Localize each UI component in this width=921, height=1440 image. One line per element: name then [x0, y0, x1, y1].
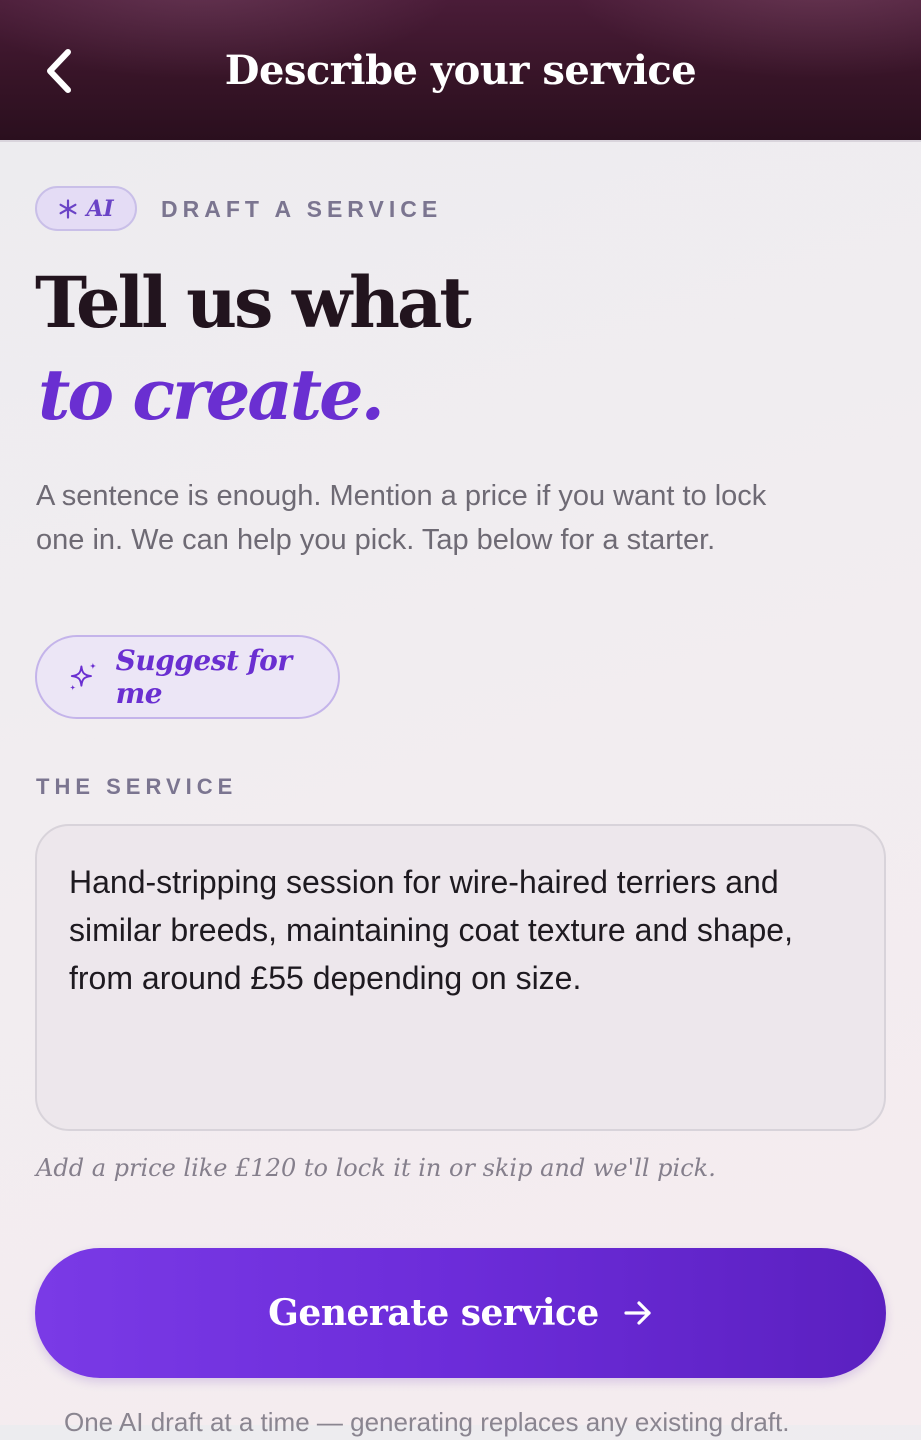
generate-service-button[interactable]: Generate service [35, 1248, 886, 1378]
service-description-input[interactable]: Hand-stripping session for wire-haired t… [35, 824, 886, 1131]
back-button[interactable] [34, 42, 84, 100]
arrow-right-icon [624, 1301, 651, 1325]
suggest-for-me-button[interactable]: Suggest for me [35, 635, 340, 719]
service-section-label: THE SERVICE [36, 774, 238, 799]
sparkles-icon [69, 662, 97, 691]
ai-badge-label: AI [86, 195, 114, 222]
asterisk-icon [59, 198, 77, 219]
header-bar: Describe your service [0, 0, 921, 141]
eyebrow-label: DRAFT A SERVICE [161, 196, 443, 222]
chevron-left-icon [47, 49, 71, 93]
description-text: A sentence is enough. Mention a price if… [36, 480, 767, 556]
heading-line-1: Tell us what [35, 261, 472, 344]
heading-line-2: to create. [38, 353, 385, 436]
header-divider [0, 140, 921, 142]
generate-button-label: Generate service [268, 1292, 599, 1334]
page-title: Describe your service [224, 47, 697, 94]
price-hint: Add a price like £120 to lock it in or s… [36, 1154, 716, 1182]
footnote-text: One AI draft at a time — generating repl… [64, 1407, 790, 1437]
ai-badge: AI [35, 186, 137, 231]
suggest-button-label: Suggest for me [115, 644, 292, 710]
